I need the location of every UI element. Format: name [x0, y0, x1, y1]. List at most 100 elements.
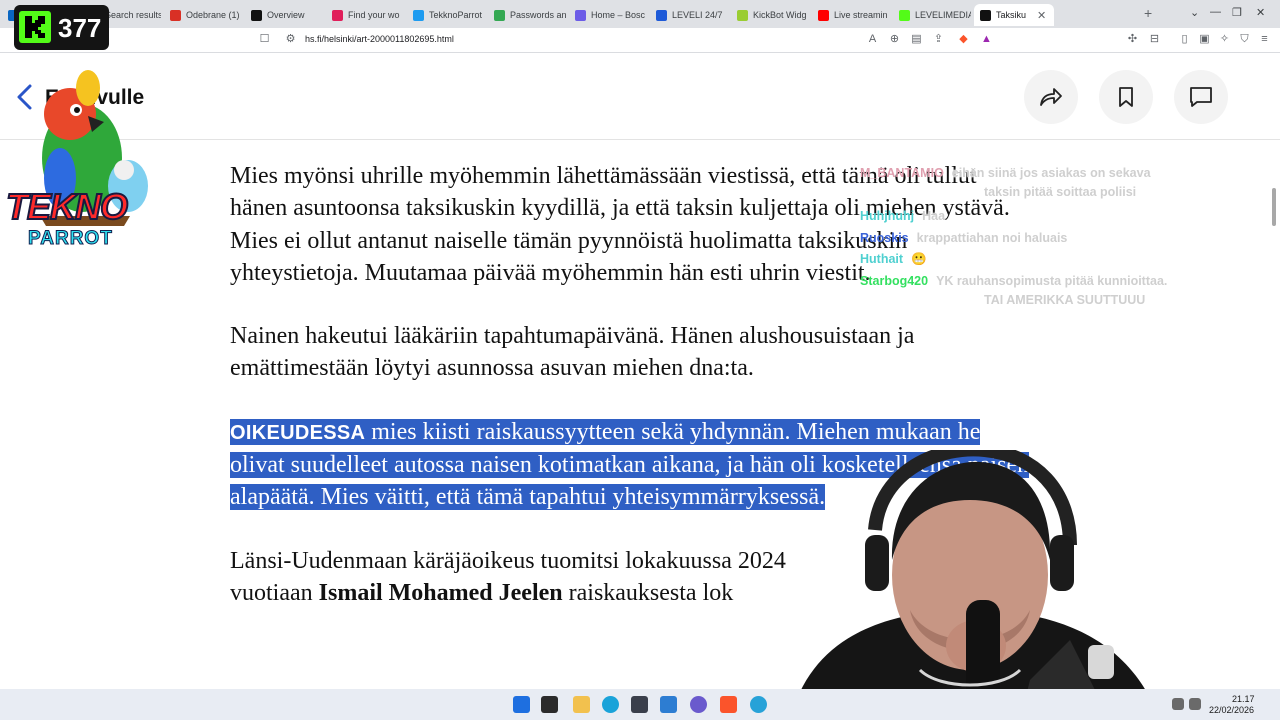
tab-favicon-icon [170, 9, 181, 21]
browser-tab[interactable]: Live streamin [812, 4, 890, 26]
tab-title: Passwords an [510, 10, 566, 20]
paragraph-text: vuotiaan [230, 579, 319, 606]
chat-text: eihän siinä jos asiakas on sekava [951, 166, 1151, 180]
tab-title: Odebrane (1) [186, 10, 240, 20]
tab-favicon-icon [575, 9, 586, 21]
translate-icon[interactable]: A [866, 33, 879, 46]
share-arrow-icon [1040, 88, 1062, 106]
file-explorer-icon[interactable] [573, 696, 590, 713]
address-bar[interactable]: hs.fi/helsinki/art-2000011802695.html [305, 34, 454, 44]
browser-tab[interactable]: Odebrane (1) [164, 4, 242, 26]
chat-username: Starbog420 [860, 274, 929, 288]
chat-text: 😬 [911, 252, 927, 266]
clock-time[interactable]: 21.17 [1232, 694, 1255, 704]
tab-title: LEVELI 24/7 [672, 10, 723, 20]
menu-icon[interactable]: ≡ [1258, 33, 1271, 46]
brave-icon[interactable] [720, 696, 737, 713]
tab-favicon-icon [413, 9, 424, 21]
overlay-logo-text: TEKNO [5, 185, 129, 228]
viewer-count: 377 [58, 13, 102, 43]
clock-date[interactable]: 22/02/2026 [1209, 705, 1254, 715]
paragraph-text: raiskauksesta lok [562, 579, 734, 606]
overlay-logo-text: PARROT [28, 228, 113, 250]
tab-favicon-icon [980, 9, 991, 21]
chat-username: M_BANTAMIO [860, 166, 944, 180]
leo-icon[interactable]: ✧ [1218, 33, 1231, 46]
browser-toolbar: ☐ ⚙ hs.fi/helsinki/art-2000011802695.htm… [0, 28, 1280, 53]
chat-username: Huthait [860, 252, 904, 266]
comments-button[interactable] [1174, 70, 1228, 124]
tab-favicon-icon [899, 9, 910, 21]
brave-shields-icon[interactable]: ◆ [957, 33, 970, 46]
zoom-icon[interactable]: ⊕ [888, 33, 901, 46]
browser-tab[interactable]: KickBot Widg [731, 4, 809, 26]
chat-text: Haa [922, 209, 946, 223]
discord-icon[interactable] [690, 696, 707, 713]
edge-icon[interactable] [602, 696, 619, 713]
tab-title: Live streamin [834, 10, 888, 20]
tab-title: Search results [105, 10, 161, 20]
chat-username: Huhjhuhj [860, 209, 915, 223]
start-icon[interactable] [513, 696, 530, 713]
browser-tab[interactable]: Find your wo [326, 4, 404, 26]
share-icon[interactable]: ⇪ [932, 33, 945, 46]
site-header: Etusivulle [0, 54, 1280, 140]
browser-tab[interactable]: LEVELIMEDIA [893, 4, 971, 26]
brave-rewards-icon[interactable]: ▲ [980, 33, 993, 46]
browser-tab-strip: PostilaatikkoSearch resultsOdebrane (1)O… [0, 0, 1280, 28]
comment-icon [1190, 87, 1212, 107]
chat-text: krappattiahan noi haluais [916, 231, 1068, 245]
app-icon[interactable] [631, 696, 648, 713]
tab-search-icon[interactable]: ⌄ [1190, 6, 1199, 19]
close-tab-icon[interactable]: ✕ [1037, 9, 1046, 22]
webcam-feed [790, 450, 1160, 720]
chat-message: Huhjhuhj Haa [860, 209, 945, 223]
browser-tab[interactable]: LEVELI 24/7 [650, 4, 728, 26]
share-button[interactable] [1024, 70, 1078, 124]
viewer-count-badge: 377 [14, 5, 109, 50]
tab-favicon-icon [494, 9, 505, 21]
new-tab-button[interactable]: + [1144, 5, 1152, 21]
browser-tab[interactable]: Overview [245, 4, 323, 26]
vpn-icon[interactable]: ⛉ [1238, 33, 1251, 46]
chat-message: M_BANTAMIO eihän siinä jos asiakas on sek… [860, 166, 1151, 180]
network-icon[interactable] [1172, 698, 1184, 710]
minimize-icon[interactable]: — [1210, 6, 1221, 18]
app-icon[interactable] [660, 696, 677, 713]
tab-favicon-icon [737, 9, 748, 21]
tab-title: Home – Bosc [591, 10, 646, 20]
wallet-icon[interactable]: ▣ [1198, 33, 1211, 46]
tab-title: Find your wo [348, 10, 400, 20]
tab-favicon-icon [656, 9, 667, 21]
maximize-icon[interactable]: ❐ [1232, 6, 1242, 19]
tab-title: KickBot Widg [753, 10, 807, 20]
defendant-name: Ismail Mohamed Jeelen [318, 579, 563, 606]
chat-username: Ruoskis [860, 231, 909, 245]
chat-text: YK rauhansopimusta pitää kunnioittaa. [936, 274, 1168, 288]
extensions-icon[interactable]: ✣ [1126, 33, 1139, 46]
reader-mode-icon[interactable]: ▤ [910, 33, 923, 46]
tab-title: Taksiku [996, 10, 1027, 20]
chat-message: Ruoskis krappattiahan noi haluais [860, 231, 1067, 245]
bookmark-page-icon[interactable]: ☐ [258, 33, 271, 46]
chat-message: Huthait 😬 [860, 252, 927, 267]
task-view-icon[interactable] [541, 696, 558, 713]
browser-tab[interactable]: TekknoParrot S [407, 4, 485, 26]
sidebar-icon[interactable]: ▯ [1178, 33, 1191, 46]
volume-icon[interactable] [1189, 698, 1201, 710]
page-scrollbar[interactable] [1272, 188, 1276, 226]
kick-logo-icon [19, 11, 51, 43]
browser-tab[interactable]: Home – Bosc [569, 4, 647, 26]
site-info-icon[interactable]: ⚙ [284, 33, 297, 46]
save-article-button[interactable] [1099, 70, 1153, 124]
downloads-icon[interactable]: ⊟ [1148, 33, 1161, 46]
tab-title: LEVELIMEDIA [915, 10, 971, 20]
tab-title: Overview [267, 10, 305, 20]
app-icon[interactable] [750, 696, 767, 713]
browser-tab[interactable]: Taksiku ✕ [974, 4, 1054, 26]
paragraph-text: Länsi-Uudenmaan käräjäoikeus tuomitsi lo… [230, 547, 786, 574]
browser-tab[interactable]: Passwords an [488, 4, 566, 26]
chat-text: taksin pitää soittaa poliisi [984, 185, 1137, 199]
tab-favicon-icon [332, 9, 343, 21]
close-window-icon[interactable]: ✕ [1256, 6, 1265, 19]
